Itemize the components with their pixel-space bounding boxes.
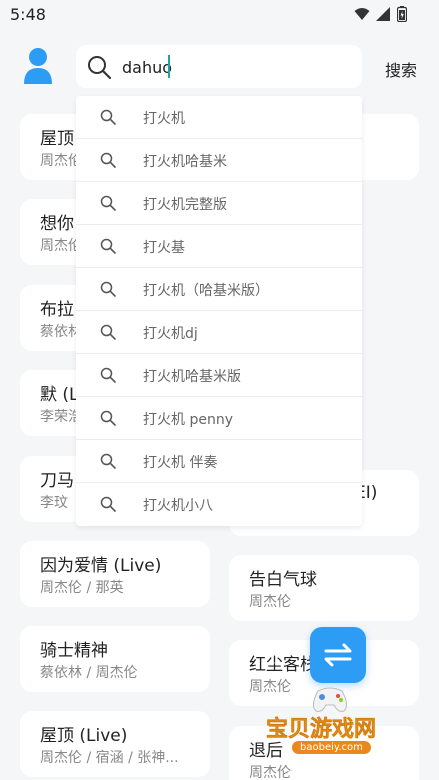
gamepad-icon <box>312 687 348 712</box>
suggestion-item[interactable]: 打火机小八 <box>76 483 362 526</box>
search-bar[interactable] <box>76 45 362 88</box>
song-title: 红尘客栈 <box>249 655 317 675</box>
song-card[interactable]: 因为爱情 (Live) 周杰伦 / 那英 <box>20 541 210 607</box>
song-title: 告白气球 <box>249 570 317 590</box>
search-icon <box>100 281 116 297</box>
status-icons <box>354 6 407 22</box>
suggestion-text: 打火机小八 <box>143 498 213 514</box>
song-card[interactable]: 骑士精神 蔡依林 / 周杰伦 <box>20 626 210 692</box>
suggestion-text: 打火机 伴奏 <box>143 455 218 471</box>
search-icon <box>100 195 116 211</box>
suggestion-item[interactable]: 打火机（哈基米版） <box>76 268 362 311</box>
watermark-title: 宝贝游戏网 <box>266 717 377 743</box>
signal-icon <box>376 7 390 21</box>
search-icon <box>100 453 116 469</box>
song-title: 骑士精神 <box>40 641 108 661</box>
status-time: 5:48 <box>10 5 46 24</box>
status-bar: 5:48 <box>0 0 439 30</box>
swap-arrows-icon <box>324 643 352 667</box>
search-input[interactable] <box>122 55 342 79</box>
suggestion-text: 打火基 <box>143 240 185 256</box>
search-icon <box>88 56 112 80</box>
suggestion-text: 打火机哈基米 <box>143 154 227 170</box>
wifi-icon <box>354 8 370 20</box>
battery-icon <box>397 6 407 22</box>
song-card[interactable]: 告白气球 周杰伦 <box>229 555 419 621</box>
suggestion-text: 打火机哈基米版 <box>143 369 241 385</box>
user-icon <box>24 48 52 84</box>
song-artist: 蔡依林 / 周杰伦 <box>40 665 138 681</box>
suggestion-item[interactable]: 打火机 伴奏 <box>76 440 362 483</box>
suggestion-item[interactable]: 打火机哈基米版 <box>76 354 362 397</box>
song-title: 屋顶 (Live) <box>40 726 128 746</box>
user-avatar-button[interactable] <box>20 46 56 86</box>
search-icon <box>100 367 116 383</box>
suggestion-item[interactable]: 打火基 <box>76 225 362 268</box>
watermark: 宝贝游戏网 baobeiy.com <box>262 685 412 775</box>
suggestion-text: 打火机（哈基米版） <box>143 283 269 299</box>
search-icon <box>100 410 116 426</box>
search-suggestions-dropdown: 打火机 打火机哈基米 打火机完整版 打火基 打火机（哈基米版） 打火机dj 打火… <box>76 96 362 526</box>
suggestion-text: 打火机完整版 <box>143 197 227 213</box>
suggestion-text: 打火机 <box>143 111 185 127</box>
watermark-url: baobeiy.com <box>292 741 371 754</box>
song-card[interactable]: 屋顶 (Live) 周杰伦 / 宿涵 / 张神... <box>20 711 210 777</box>
song-title: 想你 <box>40 214 74 234</box>
suggestion-item[interactable]: 打火机完整版 <box>76 182 362 225</box>
search-icon <box>100 109 116 125</box>
suggestion-text: 打火机 penny <box>143 412 233 428</box>
song-title: 屋顶 <box>40 129 74 149</box>
song-title: 刀马 <box>40 471 74 491</box>
suggestion-item[interactable]: 打火机 penny <box>76 397 362 440</box>
song-title: 布拉 <box>40 300 74 320</box>
suggestion-item[interactable]: 打火机哈基米 <box>76 139 362 182</box>
suggestion-text: 打火机dj <box>143 326 198 342</box>
song-title: 因为爱情 (Live) <box>40 556 162 576</box>
search-icon <box>100 496 116 512</box>
search-icon <box>100 238 116 254</box>
suggestion-item[interactable]: 打火机dj <box>76 311 362 354</box>
search-icon <box>100 152 116 168</box>
text-caret <box>168 55 170 78</box>
song-artist: 周杰伦 <box>249 594 291 610</box>
song-title: 默 (L <box>40 385 79 405</box>
swap-button[interactable] <box>310 627 366 683</box>
search-button[interactable]: 搜索 <box>385 57 417 81</box>
song-artist: 周杰伦 / 宿涵 / 张神... <box>40 750 179 766</box>
suggestion-item[interactable]: 打火机 <box>76 96 362 139</box>
song-artist: 周杰伦 / 那英 <box>40 580 124 596</box>
search-icon <box>100 324 116 340</box>
song-artist: 李玟 <box>40 495 68 511</box>
